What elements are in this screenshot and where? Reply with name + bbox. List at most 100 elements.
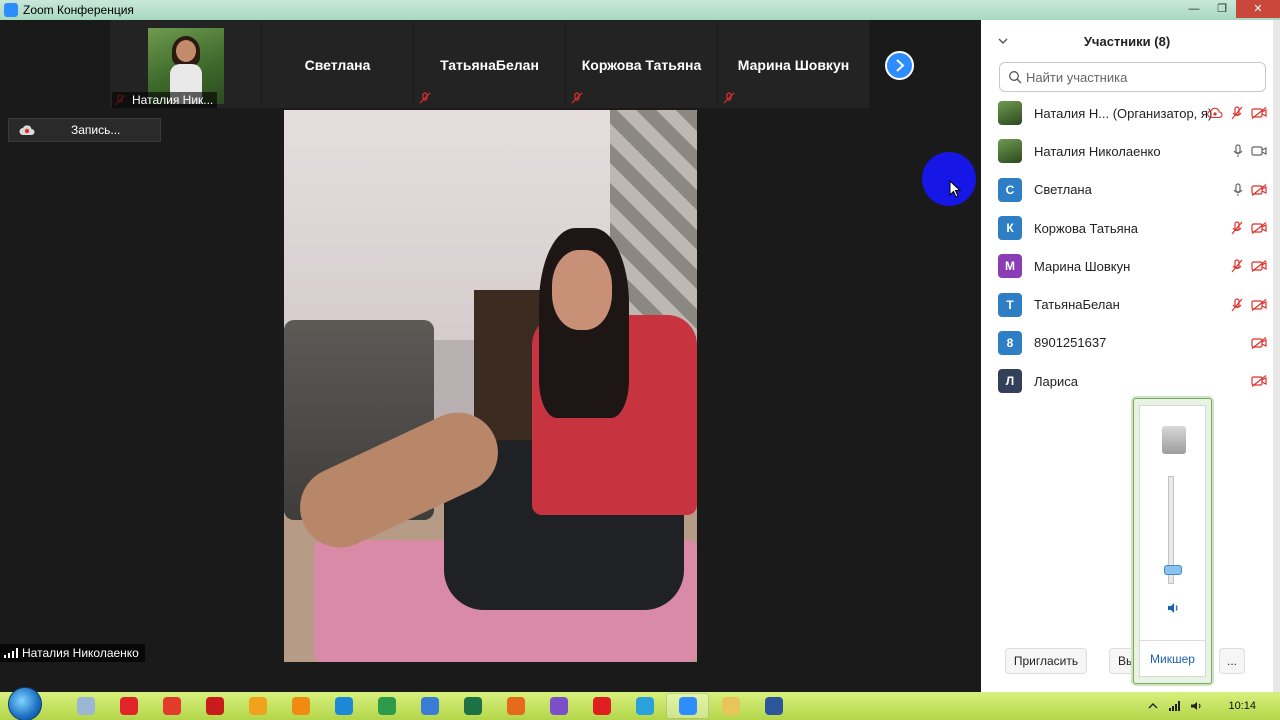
participant-name: Наталия Николаенко	[1034, 143, 1161, 159]
avatar: Л	[998, 369, 1022, 394]
viber-icon	[549, 697, 568, 715]
cloud-record-icon	[1207, 107, 1223, 119]
participant-strip: Наталия Ник... Светлана ТатьянаБелан Кор…	[110, 20, 870, 108]
avatar: Т	[998, 292, 1022, 317]
participant-row[interactable]: Л Лариса	[981, 362, 1273, 400]
video-off-icon[interactable]	[1251, 336, 1267, 349]
participant-row[interactable]: С Светлана	[981, 171, 1273, 209]
participant-row[interactable]: Наталия Н... (Организатор, я)	[981, 94, 1273, 132]
participant-name: ТатьянаБелан	[1034, 297, 1120, 313]
avatar	[998, 101, 1022, 126]
launcher-icon	[420, 697, 439, 715]
strip-tile[interactable]: Коржова Татьяна	[566, 20, 717, 108]
strip-tile-name: Марина Шовкун	[737, 57, 850, 73]
participant-row[interactable]: Т ТатьянаБелан	[981, 285, 1273, 323]
network-icon[interactable]	[1169, 701, 1181, 711]
mic-muted-icon[interactable]	[1231, 298, 1243, 312]
mixer-link[interactable]: Микшер	[1140, 652, 1205, 666]
participant-status-icons	[1231, 259, 1267, 273]
volume-icon[interactable]	[1167, 602, 1181, 614]
strip-tile[interactable]: Марина Шовкун	[718, 20, 869, 108]
recording-indicator[interactable]: Запись...	[8, 118, 161, 142]
participant-list: Наталия Н... (Организатор, я) Наталия Ник…	[981, 94, 1273, 400]
taskbar-app-button[interactable]	[408, 693, 451, 719]
more-button[interactable]: ...	[1219, 648, 1245, 674]
zoom-icon	[678, 697, 697, 715]
close-button[interactable]: ✕	[1236, 0, 1280, 18]
participant-status-icons	[1207, 106, 1267, 120]
speaker-device-icon	[1162, 426, 1186, 454]
volume-mixer-popup: Микшер	[1133, 398, 1212, 684]
mic-muted-icon[interactable]	[1231, 221, 1243, 235]
taskbar-app-button[interactable]	[365, 693, 408, 719]
video-off-icon[interactable]	[1251, 222, 1267, 235]
video-off-icon[interactable]	[1251, 107, 1267, 120]
chrome-icon	[377, 697, 396, 715]
participant-status-icons	[1233, 144, 1267, 158]
mic-icon[interactable]	[1233, 183, 1243, 197]
participant-status-icons	[1233, 183, 1267, 197]
taskbar-apps	[64, 693, 795, 719]
participant-name: Марина Шовкун	[1034, 258, 1131, 274]
firefox-icon	[506, 697, 525, 715]
participant-name: Коржова Татьяна	[1034, 220, 1139, 236]
taskbar-app-button[interactable]	[150, 693, 193, 719]
video-off-icon[interactable]	[1251, 298, 1267, 311]
folder-icon	[721, 697, 740, 715]
participant-name: 8901251637	[1034, 335, 1107, 351]
taskbar-app-button[interactable]	[709, 693, 752, 719]
strip-tile[interactable]: Светлана	[262, 20, 413, 108]
strip-tile[interactable]: ТатьянаБелан	[414, 20, 565, 108]
video-off-icon[interactable]	[1251, 375, 1267, 388]
participant-row[interactable]: 8 8901251637	[981, 324, 1273, 362]
panel-scrollbar[interactable]	[1273, 20, 1280, 692]
taskbar-app-button[interactable]	[623, 693, 666, 719]
speaker-name: Наталия Николаенко	[22, 646, 139, 660]
system-tray: 10:14	[1142, 692, 1280, 720]
taskbar-app-button[interactable]	[64, 693, 107, 719]
window-titlebar: Zoom Конференция — ❐ ✕	[0, 0, 1280, 20]
mic-icon[interactable]	[1233, 144, 1243, 158]
strip-tile-self[interactable]: Наталия Ник...	[110, 20, 261, 108]
minimize-button[interactable]: —	[1180, 0, 1208, 18]
next-page-button[interactable]	[885, 51, 914, 80]
mic-muted-icon[interactable]	[1231, 106, 1243, 120]
tray-arrow-icon[interactable]	[1147, 701, 1159, 711]
invite-button[interactable]: Пригласить	[1005, 648, 1087, 674]
taskbar-app-button[interactable]	[107, 693, 150, 719]
video-icon[interactable]	[1251, 145, 1267, 157]
vlc-icon	[291, 697, 310, 715]
video-off-icon[interactable]	[1251, 183, 1267, 196]
participant-search[interactable]	[999, 62, 1266, 92]
panel-header: Участники (8)	[981, 20, 1273, 62]
antivirus-icon	[205, 697, 224, 715]
taskbar-app-button[interactable]	[322, 693, 365, 719]
strip-tile-name: Светлана	[304, 57, 371, 73]
taskbar-app-button[interactable]	[494, 693, 537, 719]
taskbar-app-button[interactable]	[279, 693, 322, 719]
internet-explorer-icon	[334, 697, 353, 715]
participant-row[interactable]: М Марина Шовкун	[981, 247, 1273, 285]
volume-tray-icon[interactable]	[1191, 701, 1203, 711]
taskbar-app-button[interactable]	[451, 693, 494, 719]
video-off-icon[interactable]	[1251, 260, 1267, 273]
mic-muted-icon[interactable]	[1231, 259, 1243, 273]
participants-panel: Участники (8) Наталия Н... (Организатор,…	[981, 20, 1273, 692]
start-button[interactable]	[8, 687, 42, 720]
maximize-button[interactable]: ❐	[1208, 0, 1236, 18]
participant-row[interactable]: К Коржова Татьяна	[981, 209, 1273, 247]
mic-muted-icon	[571, 92, 583, 104]
participant-status-icons	[1251, 336, 1267, 349]
taskbar-app-button[interactable]	[537, 693, 580, 719]
taskbar-app-button[interactable]	[580, 693, 623, 719]
taskbar-app-button[interactable]	[193, 693, 236, 719]
taskbar-app-button[interactable]	[752, 693, 795, 719]
participant-row[interactable]: Наталия Николаенко	[981, 132, 1273, 170]
clock[interactable]: 10:14	[1228, 700, 1256, 712]
search-input[interactable]	[1026, 69, 1256, 85]
chevron-right-icon	[896, 59, 905, 72]
taskbar-app-button[interactable]	[236, 693, 279, 719]
volume-slider-thumb[interactable]	[1164, 565, 1182, 576]
taskbar-app-button[interactable]	[666, 693, 709, 719]
strip-tile-name: ТатьянаБелан	[440, 57, 539, 73]
